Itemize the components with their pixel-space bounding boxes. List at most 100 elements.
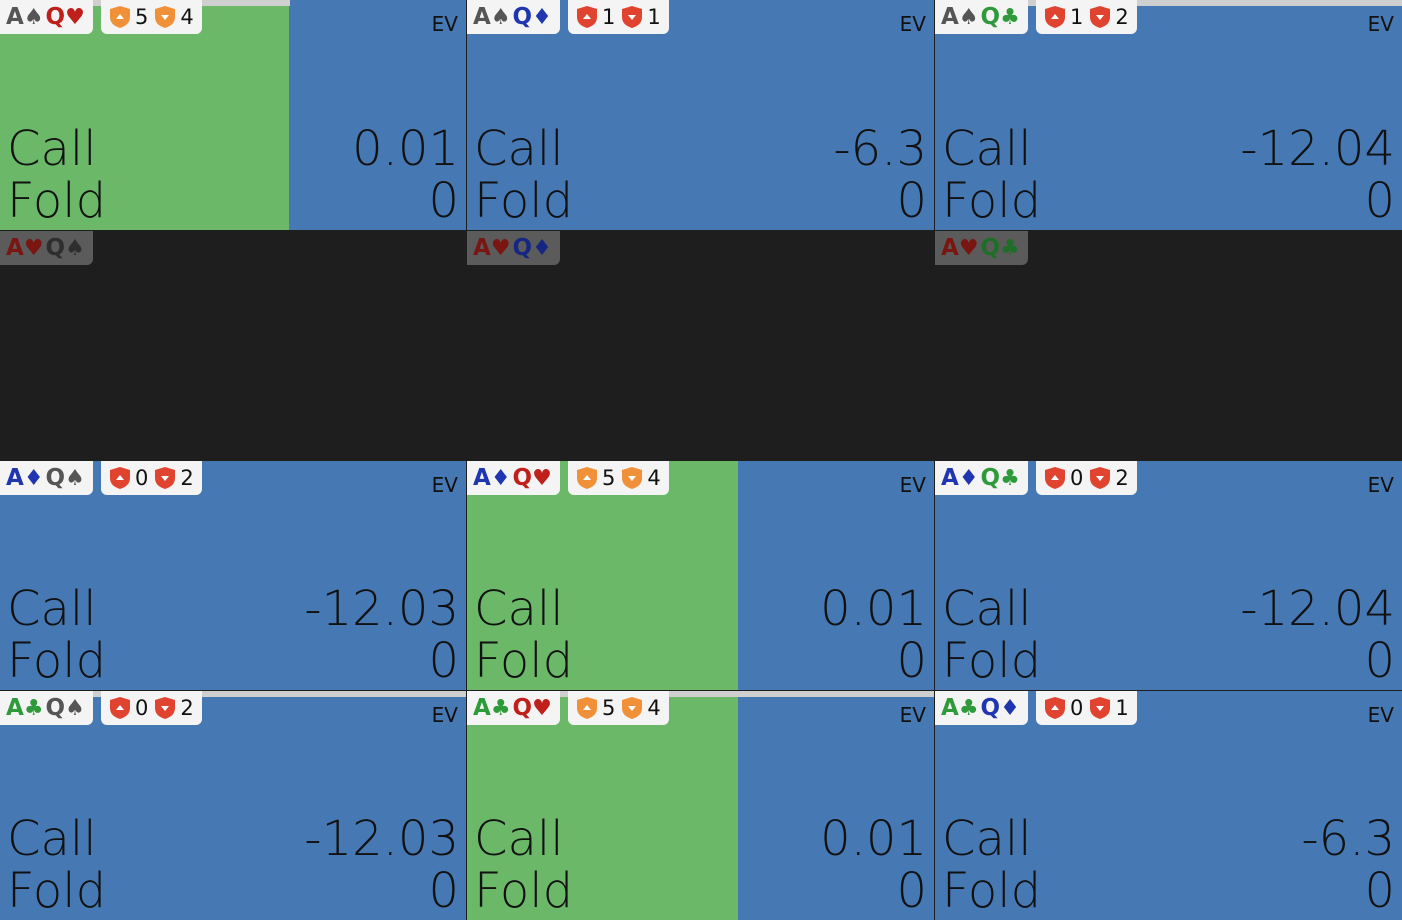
suit-icon: ♠ xyxy=(23,4,44,30)
hand-cell[interactable]: A ♦ Q ♣ 0 2 EV Call -12.04 Fold 0 xyxy=(935,461,1402,690)
call-row: Call -12.03 xyxy=(7,813,459,865)
hand-cell[interactable]: A ♠ Q ♥ 5 4 EV Call 0.01 Fold 0 xyxy=(0,0,466,230)
blocker-badge: 54 xyxy=(568,461,669,495)
badge-value: 1 xyxy=(602,5,616,29)
suit-icon: ♦ xyxy=(532,235,552,261)
hand-label: A ♥ Q ♣ xyxy=(935,231,1028,265)
suit-icon: ♥ xyxy=(532,465,552,491)
suit-icon: ♣ xyxy=(1000,235,1020,261)
suit-icon: ♦ xyxy=(1000,695,1020,721)
card: Q ♠ xyxy=(46,465,87,491)
shield-icon xyxy=(154,466,176,490)
card-rank: Q xyxy=(512,235,533,261)
fold-ev-value: 0 xyxy=(428,633,459,689)
suit-icon: ♠ xyxy=(958,4,979,30)
call-ev-value: -6.3 xyxy=(833,121,927,177)
card-rank: Q xyxy=(512,4,533,30)
blocker-badge: 01 xyxy=(1036,691,1137,725)
suit-icon: ♥ xyxy=(490,235,511,261)
fold-row: Fold 0 xyxy=(942,635,1395,687)
card: A ♠ xyxy=(941,4,981,30)
fold-ev-value: 0 xyxy=(896,863,927,919)
badge-value: 4 xyxy=(647,466,661,490)
card-rank: A xyxy=(941,4,959,30)
hand-label: A ♠ Q ♥ xyxy=(0,0,93,34)
card-rank: Q xyxy=(512,695,533,721)
card-rank: A xyxy=(941,235,959,261)
shield-icon xyxy=(1089,696,1111,720)
ev-label: EV xyxy=(431,473,458,497)
badge-value: 2 xyxy=(1115,5,1129,29)
fold-ev-value: 0 xyxy=(428,173,459,229)
hand-cell[interactable]: A ♥ Q ♣ xyxy=(935,231,1402,460)
badge-value: 2 xyxy=(1115,466,1129,490)
hand-label: A ♠ Q ♦ xyxy=(467,0,560,34)
badge-value: 4 xyxy=(647,696,661,720)
ev-label: EV xyxy=(431,12,458,36)
fold-row: Fold 0 xyxy=(942,175,1395,227)
card-rank: A xyxy=(473,235,491,261)
hand-cell[interactable]: A ♥ Q ♠ xyxy=(0,231,466,460)
call-label: Call xyxy=(7,121,97,177)
hand-label: A ♥ Q ♠ xyxy=(0,231,93,265)
card: Q ♣ xyxy=(981,235,1022,261)
card-rank: Q xyxy=(45,465,66,491)
hand-label: A ♥ Q ♦ xyxy=(467,231,560,265)
shield-icon xyxy=(109,5,131,29)
hand-cell[interactable]: A ♦ Q ♠ 0 2 EV Call -12.03 Fold 0 xyxy=(0,461,466,690)
card: Q ♥ xyxy=(513,465,554,491)
card: A ♦ xyxy=(473,465,513,491)
call-row: Call 0.01 xyxy=(474,813,927,865)
fold-ev-value: 0 xyxy=(896,173,927,229)
hand-cell[interactable]: A ♣ Q ♦ 0 1 EV Call -6.3 Fold 0 xyxy=(935,691,1402,920)
card: Q ♣ xyxy=(981,465,1022,491)
hand-cell[interactable]: A ♣ Q ♥ 5 4 EV Call 0.01 Fold 0 xyxy=(467,691,934,920)
ev-label: EV xyxy=(1367,12,1394,36)
card: Q ♦ xyxy=(981,695,1022,721)
fold-row: Fold 0 xyxy=(7,865,459,917)
fold-label: Fold xyxy=(942,173,1042,229)
fold-row: Fold 0 xyxy=(7,635,459,687)
hand-label: A ♦ Q ♣ xyxy=(935,461,1028,495)
suit-icon: ♦ xyxy=(532,4,552,30)
fold-ev-value: 0 xyxy=(1364,173,1395,229)
call-ev-value: -6.3 xyxy=(1301,811,1395,867)
fold-label: Fold xyxy=(942,633,1042,689)
shield-icon xyxy=(576,696,598,720)
card: A ♣ xyxy=(941,695,981,721)
shield-icon xyxy=(1044,466,1066,490)
fold-ev-value: 0 xyxy=(1364,863,1395,919)
card-rank: A xyxy=(6,695,24,721)
card-rank: A xyxy=(941,465,959,491)
call-row: Call -12.04 xyxy=(942,583,1395,635)
hand-cell[interactable]: A ♥ Q ♦ xyxy=(467,231,934,460)
suit-icon: ♣ xyxy=(1000,4,1020,30)
hand-label: A ♣ Q ♠ xyxy=(0,691,93,725)
card: A ♥ xyxy=(941,235,981,261)
call-row: Call -6.3 xyxy=(942,813,1395,865)
card-rank: A xyxy=(6,4,24,30)
shield-icon xyxy=(109,466,131,490)
hand-label: A ♠ Q ♣ xyxy=(935,0,1028,34)
badge-value: 1 xyxy=(647,5,661,29)
card-rank: Q xyxy=(45,235,66,261)
shield-icon xyxy=(1044,5,1066,29)
suit-icon: ♦ xyxy=(490,465,511,491)
call-ev-value: -12.04 xyxy=(1240,121,1395,177)
hand-cell[interactable]: A ♣ Q ♠ 0 2 EV Call -12.03 Fold 0 xyxy=(0,691,466,920)
blocker-badge: 02 xyxy=(1036,461,1137,495)
blocker-badge: 11 xyxy=(568,0,669,34)
call-ev-value: 0.01 xyxy=(352,121,459,177)
hand-cell[interactable]: A ♠ Q ♣ 1 2 EV Call -12.04 Fold 0 xyxy=(935,0,1402,230)
call-ev-value: 0.01 xyxy=(820,581,927,637)
card: A ♦ xyxy=(6,465,46,491)
hand-cell[interactable]: A ♦ Q ♥ 5 4 EV Call 0.01 Fold 0 xyxy=(467,461,934,690)
card-rank: Q xyxy=(45,695,66,721)
fold-label: Fold xyxy=(7,633,107,689)
fold-row: Fold 0 xyxy=(474,865,927,917)
blocker-badge: 54 xyxy=(101,0,202,34)
call-label: Call xyxy=(942,811,1032,867)
card-rank: Q xyxy=(980,235,1001,261)
card: A ♦ xyxy=(941,465,981,491)
hand-cell[interactable]: A ♠ Q ♦ 1 1 EV Call -6.3 Fold 0 xyxy=(467,0,934,230)
